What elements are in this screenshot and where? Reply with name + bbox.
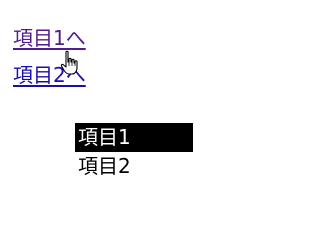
- list-item-1[interactable]: 項目1: [75, 123, 193, 152]
- link-item-1[interactable]: 項目1へ: [13, 26, 86, 50]
- hand-pointer-icon: [60, 50, 78, 75]
- item-list: 項目1 項目2: [75, 123, 193, 181]
- list-item-2[interactable]: 項目2: [75, 152, 193, 181]
